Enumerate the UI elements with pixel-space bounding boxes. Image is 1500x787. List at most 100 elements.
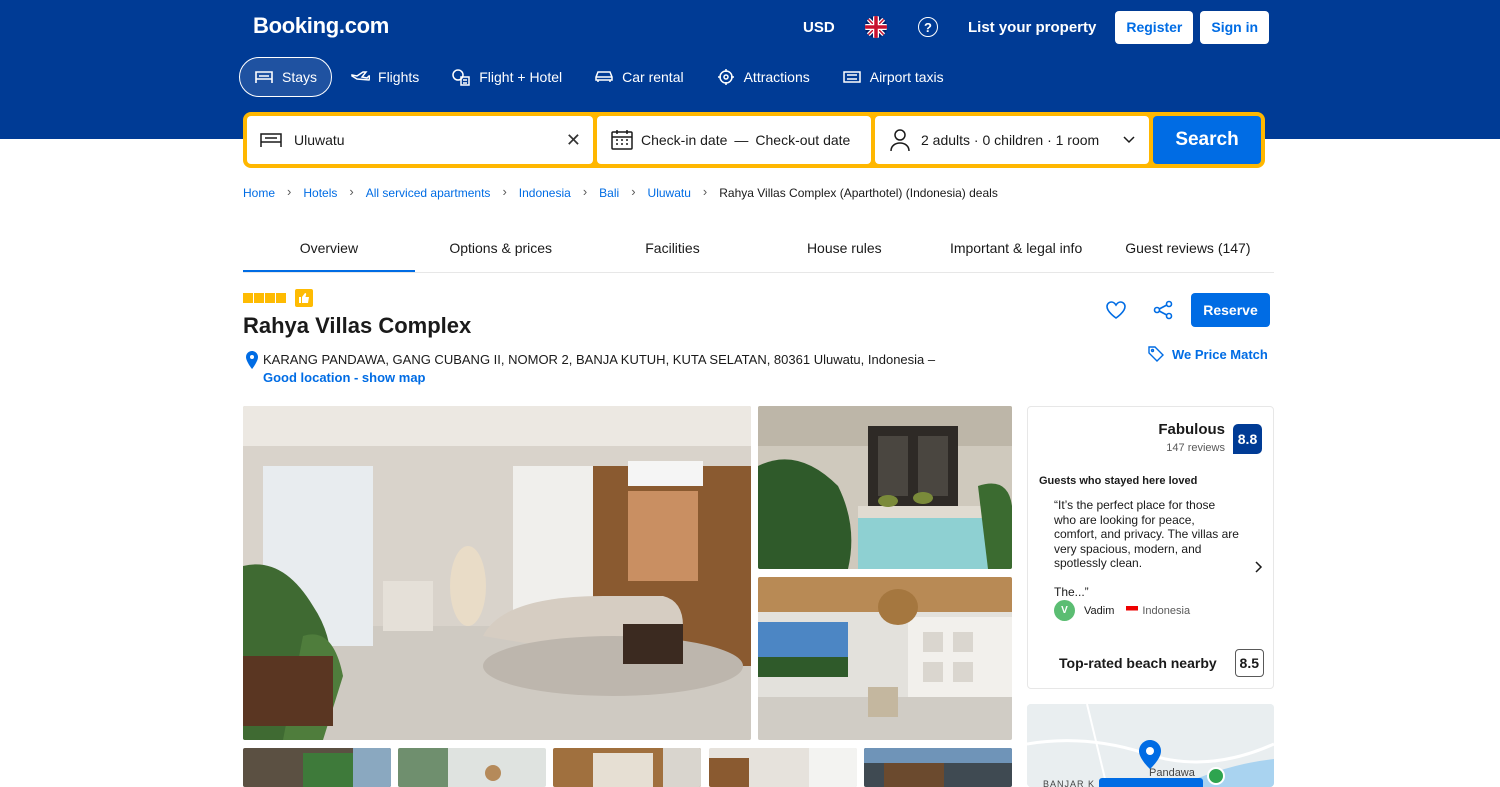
- checkin-value: Check-in date: [641, 132, 728, 148]
- terrace-photo[interactable]: [758, 577, 1012, 740]
- breadcrumb-indonesia[interactable]: Indonesia: [519, 186, 571, 200]
- thumbnail-photo[interactable]: [864, 748, 1012, 787]
- help-icon[interactable]: ?: [918, 17, 938, 37]
- person-icon: [890, 129, 910, 152]
- indonesia-flag-icon: [1126, 606, 1139, 615]
- nav-stays-label: Stays: [282, 69, 318, 85]
- bed-icon: [255, 71, 273, 83]
- nav-attractions[interactable]: Attractions: [702, 57, 824, 97]
- nav-car-rental-label: Car rental: [622, 69, 684, 85]
- date-separator: —: [734, 132, 749, 148]
- pool-photo[interactable]: [758, 406, 1012, 569]
- address-text: KARANG PANDAWA, GANG CUBANG II, NOMOR 2,…: [263, 352, 936, 367]
- bed-icon: [260, 133, 282, 147]
- star-rating: [243, 289, 313, 307]
- thumbs-up-icon[interactable]: [295, 289, 313, 307]
- destination-value: Uluwatu: [294, 132, 345, 148]
- register-button[interactable]: Register: [1115, 10, 1194, 44]
- review-score-row[interactable]: Fabulous 147 reviews 8.8: [1158, 421, 1262, 456]
- star-icon: [276, 293, 286, 303]
- search-button[interactable]: Search: [1153, 116, 1261, 164]
- thumbnail-photo[interactable]: [709, 748, 857, 787]
- nav-attractions-label: Attractions: [743, 69, 810, 85]
- product-nav: Stays Flights Flight + Hotel Car rental …: [239, 57, 962, 97]
- score-badge: 8.8: [1233, 423, 1262, 454]
- flight-hotel-icon: [452, 69, 470, 86]
- sign-in-button[interactable]: Sign in: [1200, 10, 1270, 44]
- nav-car-rental[interactable]: Car rental: [580, 57, 697, 97]
- tab-overview[interactable]: Overview: [243, 226, 415, 272]
- review-quote-text: “It’s the perfect place for those who ar…: [1054, 498, 1239, 570]
- reviewer: V Vadim Indonesia: [1054, 600, 1190, 621]
- nav-flights[interactable]: Flights: [336, 57, 433, 97]
- reviewer-country: Indonesia: [1142, 604, 1191, 617]
- review-summary-card: Fabulous 147 reviews 8.8 Guests who stay…: [1027, 406, 1274, 689]
- star-icon: [254, 293, 264, 303]
- show-map-link[interactable]: Good location - show map: [263, 369, 935, 387]
- nav-airport-taxis[interactable]: Airport taxis: [828, 57, 958, 97]
- uk-flag-icon[interactable]: [865, 16, 887, 38]
- currency-selector[interactable]: USD: [803, 19, 863, 36]
- date-field[interactable]: Check-in date — Check-out date: [597, 116, 871, 164]
- tab-options-prices[interactable]: Options & prices: [415, 226, 587, 272]
- hotel-actions: Reserve: [1105, 293, 1270, 327]
- breadcrumb-home[interactable]: Home: [243, 186, 275, 200]
- search-bar: Uluwatu ✕ Check-in date — Check-out date…: [243, 112, 1265, 168]
- calendar-icon: [611, 130, 633, 150]
- car-icon: [595, 71, 613, 82]
- guests-field[interactable]: 2 adults · 0 children · 1 room: [875, 116, 1149, 164]
- tab-facilities[interactable]: Facilities: [587, 226, 759, 272]
- breadcrumb-hotels[interactable]: Hotels: [303, 186, 337, 200]
- nav-flight-hotel[interactable]: Flight + Hotel: [437, 57, 576, 97]
- score-word: Fabulous: [1158, 421, 1225, 438]
- clear-icon[interactable]: ✕: [566, 130, 581, 151]
- breadcrumb-bali[interactable]: Bali: [599, 186, 619, 200]
- hotel-name: Rahya Villas Complex: [243, 313, 472, 338]
- plane-icon: [351, 71, 371, 81]
- nav-flight-hotel-label: Flight + Hotel: [479, 69, 563, 85]
- thumbnail-photo[interactable]: [553, 748, 701, 787]
- heart-icon[interactable]: [1105, 300, 1127, 320]
- thumbnail-photo[interactable]: [243, 748, 391, 787]
- tag-icon: [1148, 346, 1164, 362]
- share-icon[interactable]: [1153, 300, 1173, 320]
- breadcrumb: Home › Hotels › All serviced apartments › I…: [243, 184, 998, 200]
- beach-score: 8.5: [1234, 649, 1264, 677]
- property-tabs: Overview Options & prices Facilities Hou…: [243, 226, 1274, 273]
- star-icon: [265, 293, 275, 303]
- chevron-down-icon: [1123, 136, 1135, 144]
- thumbnail-photo[interactable]: [398, 748, 546, 787]
- tab-important-legal[interactable]: Important & legal info: [930, 226, 1102, 272]
- price-match-label: We Price Match: [1172, 346, 1268, 362]
- star-icon: [243, 293, 253, 303]
- avatar: V: [1054, 600, 1075, 621]
- breadcrumb-serviced-apartments[interactable]: All serviced apartments: [366, 186, 491, 200]
- tab-house-rules[interactable]: House rules: [758, 226, 930, 272]
- breadcrumb-uluwatu[interactable]: Uluwatu: [648, 186, 691, 200]
- map-label-pandawa: Pandawa: [1149, 767, 1195, 779]
- map-preview[interactable]: Pandawa BANJAR K: [1027, 704, 1274, 787]
- location-pin-icon: [246, 351, 258, 369]
- tab-guest-reviews[interactable]: Guest reviews (147): [1102, 226, 1274, 272]
- review-quote-end: The...”: [1054, 585, 1089, 599]
- nav-stays[interactable]: Stays: [239, 57, 333, 97]
- beach-rating[interactable]: Top-rated beach nearby 8.5: [1059, 649, 1264, 677]
- checkout-value: Check-out date: [755, 132, 851, 148]
- guests-value: 2 adults · 0 children · 1 room: [921, 132, 1100, 148]
- destination-field[interactable]: Uluwatu ✕: [247, 116, 593, 164]
- review-quote: “It’s the perfect place for those who ar…: [1054, 498, 1239, 600]
- review-count: 147 reviews: [1166, 442, 1225, 454]
- beach-label: Top-rated beach nearby: [1059, 655, 1217, 671]
- price-match-link[interactable]: We Price Match: [1148, 346, 1268, 362]
- attractions-icon: [717, 69, 734, 85]
- chevron-right-icon[interactable]: [1255, 561, 1263, 573]
- booking-logo[interactable]: Booking.com: [253, 13, 389, 39]
- main-photo[interactable]: [243, 406, 751, 740]
- hotel-address: KARANG PANDAWA, GANG CUBANG II, NOMOR 2,…: [246, 351, 935, 387]
- reserve-button[interactable]: Reserve: [1191, 293, 1270, 327]
- list-property-link[interactable]: List your property: [968, 19, 1096, 36]
- nav-airport-taxis-label: Airport taxis: [869, 69, 944, 85]
- loved-heading: Guests who stayed here loved: [1039, 475, 1198, 487]
- taxi-icon: [842, 71, 861, 83]
- map-label-banjar: BANJAR K: [1043, 779, 1096, 787]
